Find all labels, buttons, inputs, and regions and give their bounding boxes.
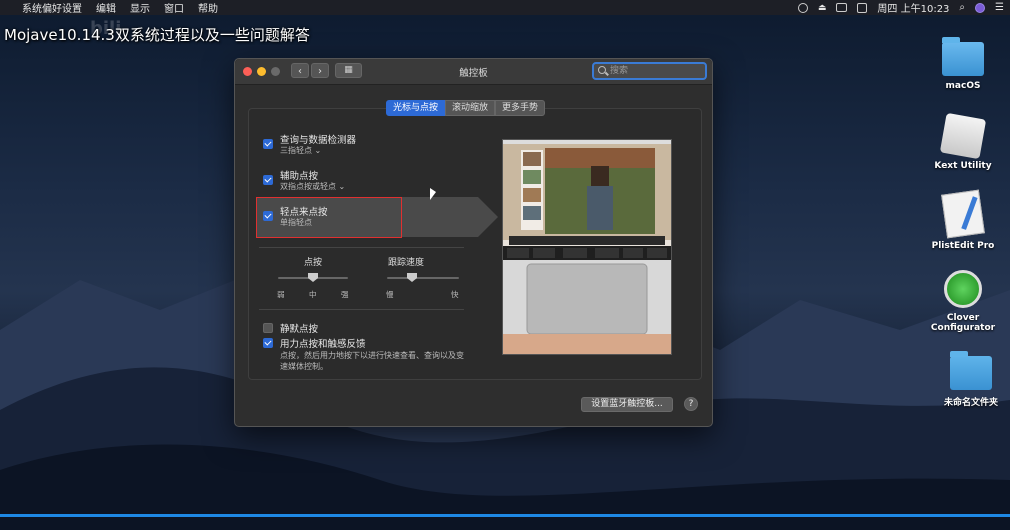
menu-help[interactable]: 帮助 [198, 0, 218, 15]
force-click-desc-line2: 速媒体控制。 [280, 362, 328, 371]
tap-to-click-checkbox[interactable] [263, 211, 273, 221]
tracking-speed-slider[interactable] [387, 277, 459, 279]
secondary-click-title: 辅助点按 [280, 171, 319, 182]
menu-system-preferences[interactable]: 系统偏好设置 [22, 0, 82, 15]
clover-icon [944, 270, 982, 308]
lookup-title: 查询与数据检测器 [280, 135, 357, 146]
eject-icon[interactable]: ⏏ [818, 3, 827, 13]
desktop-icon-label: Kext Utility [934, 161, 992, 171]
desktop-icon-clover-configurator[interactable]: Clover Configurator [928, 270, 998, 333]
help-button[interactable]: ? [684, 397, 698, 411]
tab-scroll-and-zoom[interactable]: 滚动缩放 [445, 100, 496, 116]
section-divider [259, 247, 464, 248]
force-click-label: 用力点按和触感反馈 [280, 339, 366, 350]
tap-to-click-title: 轻点来点按 [280, 207, 328, 218]
notification-center-icon[interactable]: ☰ [995, 2, 1004, 13]
tab-point-and-click[interactable]: 光标与点按 [386, 100, 446, 116]
video-overlay-title: Mojave10.14.3双系统过程以及一些问题解答 [4, 26, 310, 44]
secondary-click-dropdown[interactable]: 双指点按或轻点 ⌄ [280, 181, 345, 192]
desktop-icon-untitled-folder[interactable]: 未命名文件夹 [936, 351, 1006, 408]
menu-view[interactable]: 显示 [130, 0, 150, 15]
click-pressure-label: 点按 [304, 258, 323, 268]
lookup-checkbox[interactable] [263, 139, 273, 149]
silent-click-checkbox[interactable] [263, 323, 273, 333]
trackpad-preferences-window: ‹ › ▦ 触控板 搜索 光标与点按 滚动缩放 更多手势 查询与数据检测器 三指… [234, 58, 713, 427]
desktop-icon-plistedit-pro[interactable]: PlistEdit Pro [928, 189, 998, 251]
desktop-icon-label: 未命名文件夹 [943, 398, 998, 408]
tick-slow: 慢 [386, 290, 394, 299]
tick-medium: 中 [309, 290, 317, 299]
plistedit-icon [941, 189, 985, 239]
mouse-cursor [430, 188, 436, 200]
tap-to-click-sub: 单指轻点 [280, 218, 312, 227]
tick-fast: 快 [451, 290, 459, 299]
preview-illustration [503, 140, 671, 354]
setup-bluetooth-trackpad-button[interactable]: 设置蓝牙触控板... [581, 397, 673, 412]
search-icon[interactable]: ⌕ [959, 2, 965, 13]
force-click-desc-line1: 点按，然后用力地按下以进行快速查看、查询以及变 [280, 351, 464, 360]
menu-edit[interactable]: 编辑 [96, 0, 116, 15]
tab-bar: 光标与点按 滚动缩放 更多手势 [386, 100, 546, 116]
desktop-icon-label: PlistEdit Pro [931, 241, 995, 251]
chevron-down-icon: ⌄ [338, 182, 346, 191]
tab-more-gestures[interactable]: 更多手势 [495, 100, 546, 116]
silent-click-label: 静默点按 [280, 324, 319, 335]
kext-utility-icon [939, 112, 987, 160]
search-placeholder: 搜索 [610, 66, 629, 76]
menubar-clock[interactable]: 周四 上午10:23 [877, 0, 949, 15]
menu-window[interactable]: 窗口 [164, 0, 184, 15]
menu-bar: 系统偏好设置 编辑 显示 窗口 帮助 ⏏ 周四 上午10:23 ⌕ ☰ [0, 0, 1010, 15]
desktop-icon-label: macOS [945, 81, 981, 91]
search-field[interactable]: 搜索 [592, 62, 707, 80]
gesture-preview-video [502, 139, 672, 355]
drive-icon [942, 37, 984, 76]
chevron-down-icon: ⌄ [314, 146, 322, 155]
secondary-click-checkbox[interactable] [263, 175, 273, 185]
desktop-icon-label: Clover Configurator [930, 313, 996, 333]
window-titlebar: ‹ › ▦ 触控板 搜索 [235, 59, 712, 85]
highlight-arrow [478, 197, 498, 237]
desktop-icon-macos[interactable]: macOS [928, 37, 998, 91]
video-progress-bar [0, 514, 1010, 517]
input-method-icon[interactable] [857, 2, 868, 13]
tick-firm: 强 [341, 290, 349, 299]
section-divider [259, 309, 464, 310]
force-click-checkbox[interactable] [263, 338, 273, 348]
siri-icon[interactable] [975, 2, 986, 13]
desktop-icon-kext-utility[interactable]: Kext Utility [928, 112, 998, 171]
lookup-gesture-dropdown[interactable]: 三指轻点 ⌄ [280, 145, 321, 156]
tick-light: 弱 [277, 290, 285, 299]
record-icon[interactable] [797, 2, 808, 13]
battery-icon[interactable] [836, 3, 848, 12]
tracking-speed-label: 跟踪速度 [388, 258, 425, 268]
annotation-red-box [256, 197, 402, 238]
folder-icon [950, 351, 992, 390]
magnifier-icon [598, 66, 606, 74]
